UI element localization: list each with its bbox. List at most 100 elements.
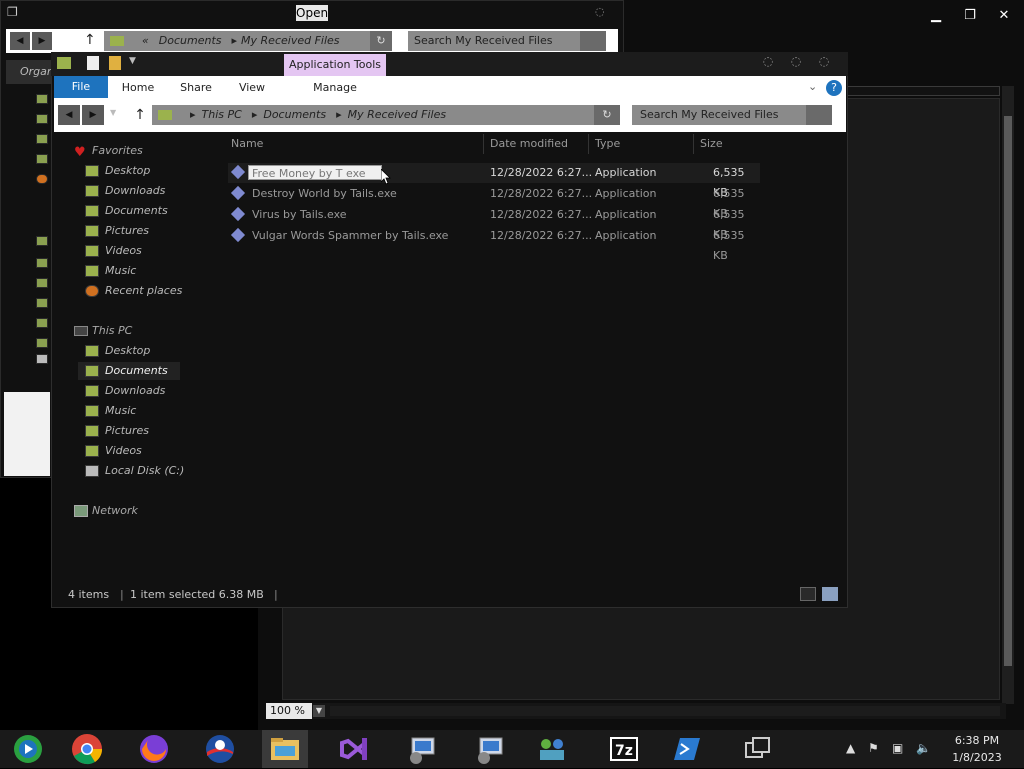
editor-horizontal-scrollbar[interactable] xyxy=(330,706,1000,716)
nav-favorites[interactable]: ♥ Favorites xyxy=(70,141,143,161)
breadcrumb-seg[interactable]: This PC xyxy=(202,108,242,121)
new-folder-icon[interactable] xyxy=(109,56,121,70)
tab-view[interactable]: View xyxy=(228,76,276,98)
nav-favorites-music[interactable]: Music xyxy=(75,261,136,281)
nav-pc-downloads[interactable]: Downloads xyxy=(75,381,165,401)
remote-desktop-icon[interactable] xyxy=(402,732,442,766)
open-refresh-icon[interactable]: ↻ xyxy=(370,31,392,51)
firefox-icon[interactable] xyxy=(134,732,174,766)
nav-favorites-videos[interactable]: Videos xyxy=(75,241,142,261)
nav-pc-videos[interactable]: Videos xyxy=(75,441,142,461)
tab-share[interactable]: Share xyxy=(172,76,220,98)
column-name[interactable]: Name xyxy=(231,137,263,150)
details-view-icon[interactable] xyxy=(800,587,816,601)
rename-input[interactable]: Free Money by T exe xyxy=(248,165,382,180)
scrollbar-thumb[interactable] xyxy=(1004,116,1012,666)
powershell-icon[interactable] xyxy=(666,732,706,766)
open-search-icon[interactable] xyxy=(580,31,606,51)
nav-network[interactable]: Network xyxy=(70,501,138,521)
editor-vertical-scrollbar[interactable] xyxy=(1002,86,1014,704)
task-view-icon[interactable] xyxy=(738,732,778,766)
nav-pc-desktop[interactable]: Desktop xyxy=(75,341,150,361)
properties-icon[interactable] xyxy=(87,56,99,70)
help-icon[interactable]: ? xyxy=(826,80,842,96)
breadcrumb-seg[interactable]: Documents xyxy=(159,34,222,47)
restore-icon[interactable]: ❐ xyxy=(960,8,980,23)
network-users-icon[interactable] xyxy=(532,732,572,766)
column-divider[interactable] xyxy=(693,134,694,154)
close-icon[interactable]: ◌ xyxy=(815,54,833,68)
column-size[interactable]: Size xyxy=(700,137,723,150)
file-date: 12/28/2022 6:27... xyxy=(490,229,593,242)
file-explorer-icon[interactable] xyxy=(265,732,305,766)
nav-pc-pictures[interactable]: Pictures xyxy=(75,421,149,441)
tab-manage[interactable]: Manage xyxy=(284,76,386,98)
desktop-icon xyxy=(85,345,99,357)
refresh-icon[interactable]: ↻ xyxy=(594,105,620,125)
nav-pc-music[interactable]: Music xyxy=(75,401,136,421)
minimize-icon[interactable]: ▁ xyxy=(926,8,946,23)
7zip-icon[interactable]: 7z xyxy=(604,732,644,766)
up-icon[interactable]: ↑ xyxy=(132,106,148,124)
nav-pc-local-disk[interactable]: Local Disk (C:) xyxy=(75,461,184,481)
breadcrumb-seg[interactable]: « xyxy=(142,34,149,47)
file-row[interactable]: Destroy World by Tails.exe 12/28/2022 6:… xyxy=(228,184,760,220)
nav-favorites-documents[interactable]: Documents xyxy=(75,201,168,221)
show-hidden-icons[interactable]: ▲ xyxy=(846,741,855,755)
status-bar: 4 items | 1 item selected 6.38 MB | xyxy=(52,584,846,606)
recent-locations-icon[interactable]: ▼ xyxy=(110,108,116,117)
open-up-icon[interactable]: ↑ xyxy=(84,32,96,48)
back-button[interactable]: ◀ xyxy=(58,105,80,125)
zoom-level[interactable]: 100 % xyxy=(266,703,312,719)
tab-home[interactable]: Home xyxy=(114,76,162,98)
column-divider[interactable] xyxy=(483,134,484,154)
tab-file[interactable]: File xyxy=(54,76,108,98)
file-name: Virus by Tails.exe xyxy=(252,208,347,221)
breadcrumb-seg[interactable]: Documents xyxy=(263,108,326,121)
quick-access-dropdown-icon[interactable]: ▼ xyxy=(129,56,136,66)
address-bar[interactable]: ▸ This PC ▸ Documents ▸ My Received Files xyxy=(152,105,594,125)
breadcrumb-seg[interactable]: My Received Files xyxy=(348,108,446,121)
network-tray-icon[interactable]: ▣ xyxy=(892,741,903,755)
forward-button[interactable]: ▶ xyxy=(82,105,104,125)
close-icon[interactable]: ✕ xyxy=(994,8,1014,23)
volume-icon[interactable]: 🔈 xyxy=(916,741,931,755)
open-address-bar[interactable]: «Documents ▸ My Received Files xyxy=(104,31,370,51)
open-search-input[interactable]: Search My Received Files xyxy=(408,31,580,51)
open-forward-button[interactable]: ▶ xyxy=(32,32,52,50)
folder-icon xyxy=(36,154,48,164)
nav-favorites-desktop[interactable]: Desktop xyxy=(75,161,150,181)
dialog-close-icon[interactable]: ◌ xyxy=(595,5,605,18)
organize-button[interactable]: Organ xyxy=(6,60,54,84)
column-date-modified[interactable]: Date modified xyxy=(490,137,568,150)
media-player-icon[interactable] xyxy=(8,732,48,766)
ribbon-expand-icon[interactable]: ⌄ xyxy=(808,80,817,93)
music-icon xyxy=(85,265,99,277)
remote-desktop-icon-2[interactable] xyxy=(470,732,510,766)
search-icon[interactable] xyxy=(806,105,832,125)
folder-icon xyxy=(36,236,48,246)
visual-studio-icon[interactable] xyxy=(334,732,374,766)
file-row[interactable]: Virus by Tails.exe 12/28/2022 6:27... Ap… xyxy=(228,205,760,241)
nav-this-pc[interactable]: This PC xyxy=(70,321,132,341)
action-center-flag-icon[interactable]: ⚑ xyxy=(868,741,879,755)
breadcrumb-seg[interactable]: My Received Files xyxy=(241,34,339,47)
minimize-icon[interactable]: ◌ xyxy=(759,54,777,68)
nav-favorites-recent[interactable]: Recent places xyxy=(75,281,182,301)
open-back-button[interactable]: ◀ xyxy=(10,32,30,50)
search-input[interactable]: Search My Received Files xyxy=(632,105,806,125)
obama-icon[interactable] xyxy=(200,732,240,766)
zoom-dropdown-icon[interactable]: ▼ xyxy=(313,705,325,717)
clock[interactable]: 6:38 PM 1/8/2023 xyxy=(934,732,1020,766)
large-icons-view-icon[interactable] xyxy=(822,587,838,601)
chrome-icon[interactable] xyxy=(67,732,107,766)
status-divider: | xyxy=(274,588,278,601)
folder-icon xyxy=(36,318,48,328)
nav-pc-documents[interactable]: Documents xyxy=(75,361,168,381)
file-row[interactable]: Vulgar Words Spammer by Tails.exe 12/28/… xyxy=(228,226,760,262)
nav-favorites-downloads[interactable]: Downloads xyxy=(75,181,165,201)
nav-favorites-pictures[interactable]: Pictures xyxy=(75,221,149,241)
column-divider[interactable] xyxy=(588,134,589,154)
maximize-icon[interactable]: ◌ xyxy=(787,54,805,68)
column-type[interactable]: Type xyxy=(595,137,620,150)
